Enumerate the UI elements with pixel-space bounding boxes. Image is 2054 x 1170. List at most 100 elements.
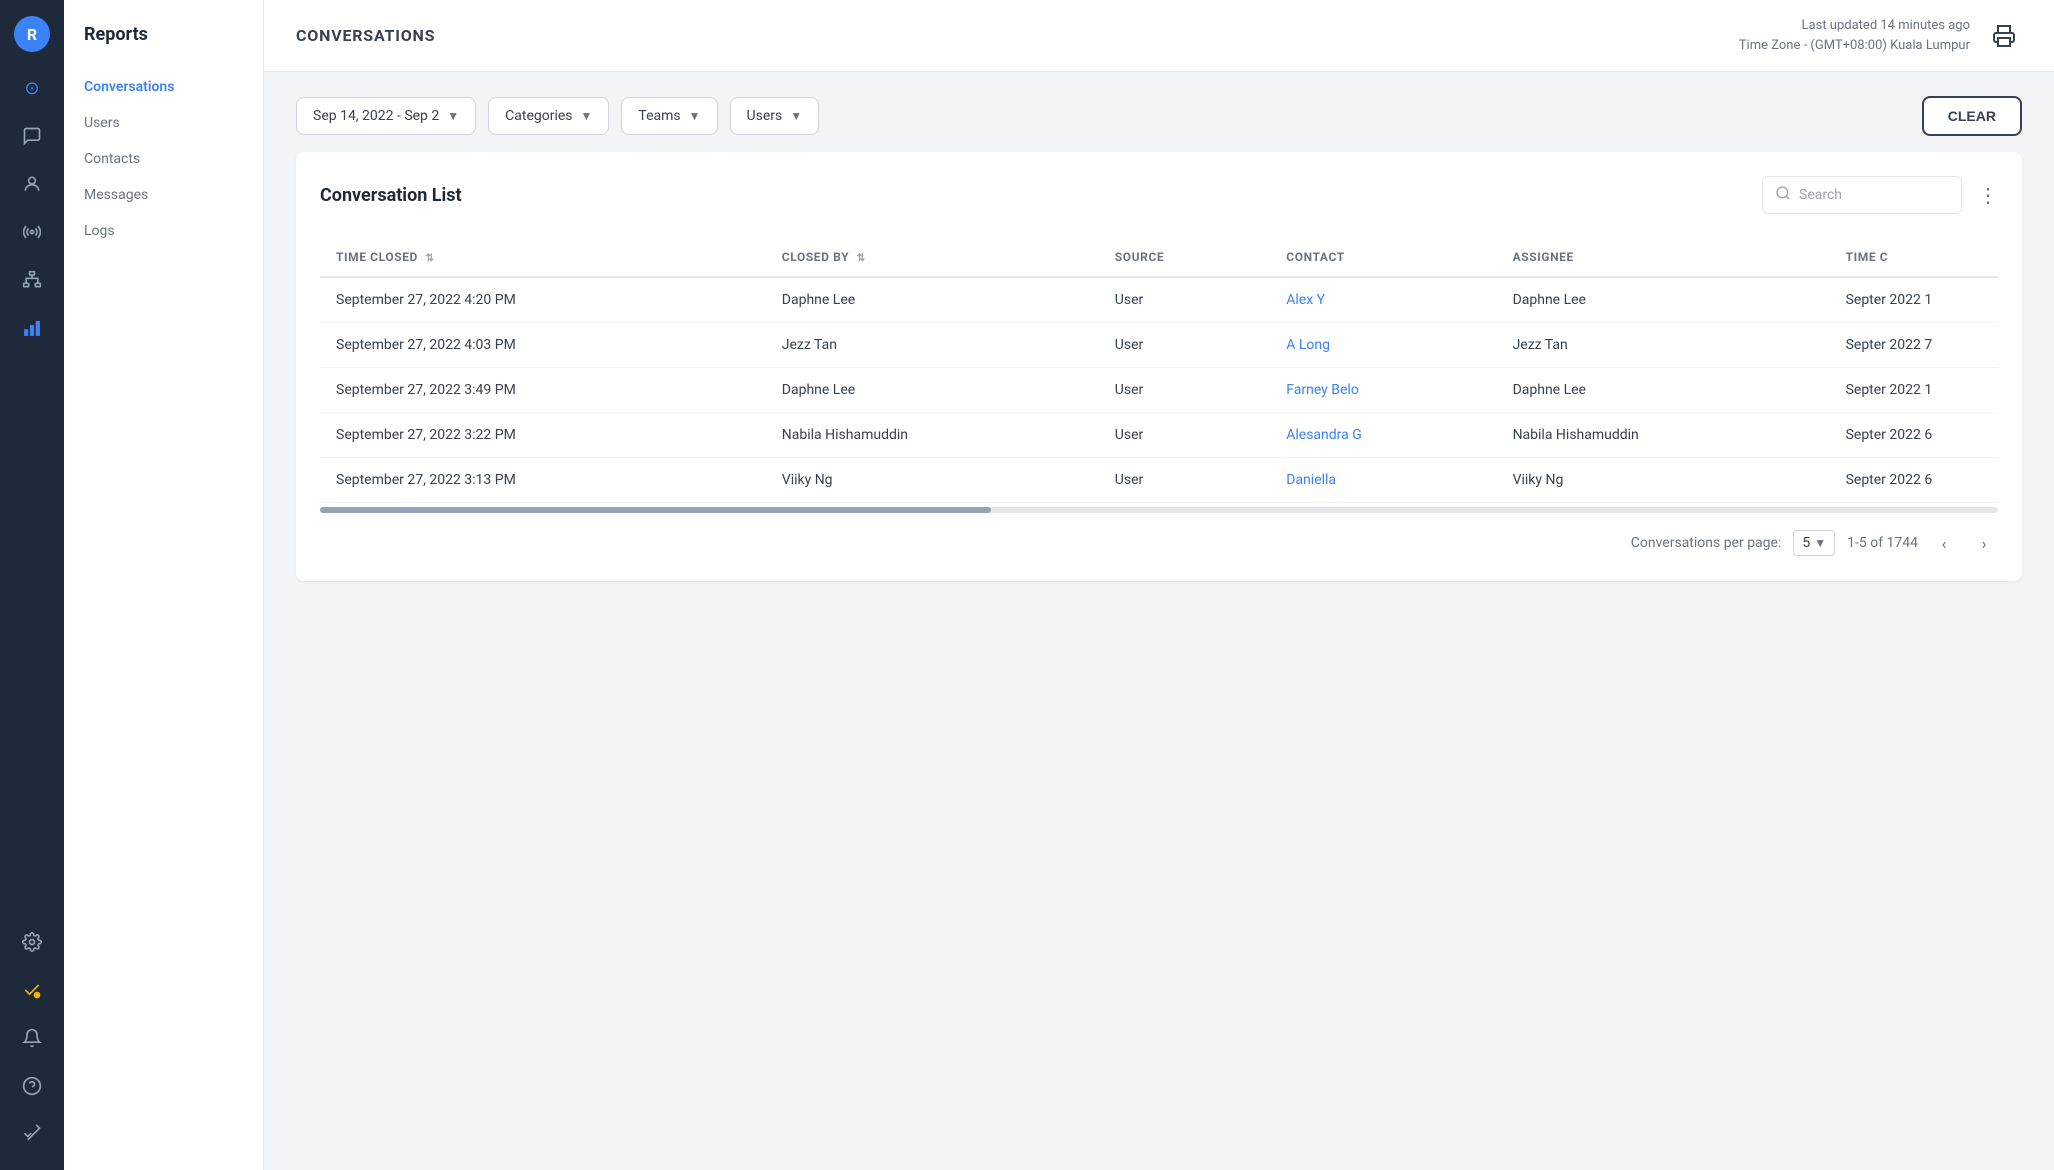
per-page-value: 5: [1802, 535, 1810, 551]
cell-source: User: [1099, 368, 1270, 413]
previous-page-button[interactable]: ‹: [1930, 529, 1958, 557]
scroll-thumb: [320, 507, 991, 513]
header-right: Last updated 14 minutes ago Time Zone - …: [1739, 16, 2022, 55]
page-title: CONVERSATIONS: [296, 26, 435, 45]
date-range-chevron-icon: ▼: [447, 109, 459, 123]
sidebar-item-logs[interactable]: Logs: [64, 213, 263, 249]
cell-assignee: Daphne Lee: [1497, 368, 1830, 413]
chart-icon[interactable]: [12, 308, 52, 348]
cell-time-closed: September 27, 2022 3:13 PM: [320, 458, 766, 503]
per-page-label: Conversations per page:: [1631, 535, 1782, 551]
cell-assignee: Nabila Hishamuddin: [1497, 413, 1830, 458]
contact-link[interactable]: Daniella: [1286, 472, 1336, 488]
per-page-select[interactable]: 5 ▼: [1793, 530, 1835, 556]
cell-contact[interactable]: Alex Y: [1270, 277, 1496, 323]
reports-title: Reports: [64, 24, 263, 69]
search-icon: [1775, 185, 1791, 205]
next-page-button[interactable]: ›: [1970, 529, 1998, 557]
cell-assignee: Viiky Ng: [1497, 458, 1830, 503]
sort-icon: ⇅: [857, 253, 866, 264]
header-meta: Last updated 14 minutes ago Time Zone - …: [1739, 16, 1970, 55]
sidebar-item-messages[interactable]: Messages: [64, 177, 263, 213]
cell-source: User: [1099, 323, 1270, 368]
contact-link[interactable]: A Long: [1286, 337, 1330, 353]
teams-filter[interactable]: Teams ▼: [621, 97, 717, 135]
print-button[interactable]: [1986, 18, 2022, 54]
card-header-actions: Search ⋮: [1762, 176, 1998, 214]
cell-time-c: Septer 2022 7: [1830, 323, 1998, 368]
table-row: September 27, 2022 3:49 PM Daphne Lee Us…: [320, 368, 1998, 413]
teams-chevron-icon: ▼: [689, 109, 701, 123]
table-row: September 27, 2022 3:13 PM Viiky Ng User…: [320, 458, 1998, 503]
horizontal-scrollbar[interactable]: [320, 507, 1998, 513]
categories-filter[interactable]: Categories ▼: [488, 97, 609, 135]
card-header: Conversation List Search ⋮: [320, 176, 1998, 214]
card-title: Conversation List: [320, 185, 462, 206]
conversations-table: TIME CLOSED ⇅ CLOSED BY ⇅ SOURCE CONTACT…: [320, 238, 1998, 503]
teams-label: Teams: [638, 108, 680, 124]
cell-source: User: [1099, 413, 1270, 458]
radio-icon[interactable]: [12, 212, 52, 252]
timezone: Time Zone - (GMT+08:00) Kuala Lumpur: [1739, 36, 1970, 56]
sidebar: R ⊙: [0, 0, 64, 1170]
cell-assignee: Daphne Lee: [1497, 277, 1830, 323]
avatar: R: [14, 16, 50, 52]
col-time-c: TIME C: [1830, 238, 1998, 277]
cell-time-closed: September 27, 2022 3:22 PM: [320, 413, 766, 458]
cell-time-c: Septer 2022 1: [1830, 368, 1998, 413]
cell-closed-by: Daphne Lee: [766, 368, 1099, 413]
search-box[interactable]: Search: [1762, 176, 1962, 214]
cell-closed-by: Jezz Tan: [766, 323, 1099, 368]
cell-closed-by: Nabila Hishamuddin: [766, 413, 1099, 458]
cell-contact[interactable]: A Long: [1270, 323, 1496, 368]
double-check-icon[interactable]: [12, 1114, 52, 1154]
search-placeholder: Search: [1799, 187, 1842, 203]
cell-assignee: Jezz Tan: [1497, 323, 1830, 368]
main-content: CONVERSATIONS Last updated 14 minutes ag…: [264, 0, 2054, 1170]
users-label: Users: [747, 108, 783, 124]
cell-contact[interactable]: Farney Belo: [1270, 368, 1496, 413]
cell-contact[interactable]: Daniella: [1270, 458, 1496, 503]
left-navigation: Reports Conversations Users Contacts Mes…: [64, 0, 264, 1170]
last-updated: Last updated 14 minutes ago: [1739, 16, 1970, 36]
page-range: 1-5 of 1744: [1847, 535, 1918, 551]
contact-link[interactable]: Alex Y: [1286, 292, 1325, 308]
table-row: September 27, 2022 4:20 PM Daphne Lee Us…: [320, 277, 1998, 323]
date-range-filter[interactable]: Sep 14, 2022 - Sep 2 ▼: [296, 97, 476, 135]
cell-time-c: Septer 2022 6: [1830, 413, 1998, 458]
table-row: September 27, 2022 4:03 PM Jezz Tan User…: [320, 323, 1998, 368]
per-page-chevron-icon: ▼: [1814, 536, 1826, 550]
contacts-icon[interactable]: [12, 164, 52, 204]
contact-link[interactable]: Alesandra G: [1286, 427, 1362, 443]
contact-link[interactable]: Farney Belo: [1286, 382, 1359, 398]
sidebar-item-contacts[interactable]: Contacts: [64, 141, 263, 177]
clear-button[interactable]: CLEAR: [1922, 96, 2022, 136]
pagination: Conversations per page: 5 ▼ 1-5 of 1744 …: [320, 529, 1998, 557]
col-closed-by: CLOSED BY ⇅: [766, 238, 1099, 277]
cell-time-c: Septer 2022 1: [1830, 277, 1998, 323]
cell-time-c: Septer 2022 6: [1830, 458, 1998, 503]
table-row: September 27, 2022 3:22 PM Nabila Hisham…: [320, 413, 1998, 458]
users-chevron-icon: ▼: [790, 109, 802, 123]
table-header-row: TIME CLOSED ⇅ CLOSED BY ⇅ SOURCE CONTACT…: [320, 238, 1998, 277]
content-area: Sep 14, 2022 - Sep 2 ▼ Categories ▼ Team…: [264, 72, 2054, 1170]
more-options-icon[interactable]: ⋮: [1978, 183, 1998, 207]
help-icon[interactable]: [12, 1066, 52, 1106]
col-source: SOURCE: [1099, 238, 1270, 277]
sidebar-item-users[interactable]: Users: [64, 105, 263, 141]
sidebar-item-conversations[interactable]: Conversations: [64, 69, 263, 105]
page-header: CONVERSATIONS Last updated 14 minutes ag…: [264, 0, 2054, 72]
users-filter[interactable]: Users ▼: [730, 97, 820, 135]
settings-icon[interactable]: [12, 922, 52, 962]
conversation-list-card: Conversation List Search ⋮ T: [296, 152, 2022, 581]
hierarchy-icon[interactable]: [12, 260, 52, 300]
bell-icon[interactable]: [12, 1018, 52, 1058]
col-contact: CONTACT: [1270, 238, 1496, 277]
badge-icon[interactable]: [12, 970, 52, 1010]
cell-closed-by: Viiky Ng: [766, 458, 1099, 503]
sort-icon: ⇅: [426, 253, 435, 264]
filters-bar: Sep 14, 2022 - Sep 2 ▼ Categories ▼ Team…: [296, 96, 2022, 136]
dashboard-icon[interactable]: ⊙: [12, 68, 52, 108]
cell-contact[interactable]: Alesandra G: [1270, 413, 1496, 458]
chat-icon[interactable]: [12, 116, 52, 156]
